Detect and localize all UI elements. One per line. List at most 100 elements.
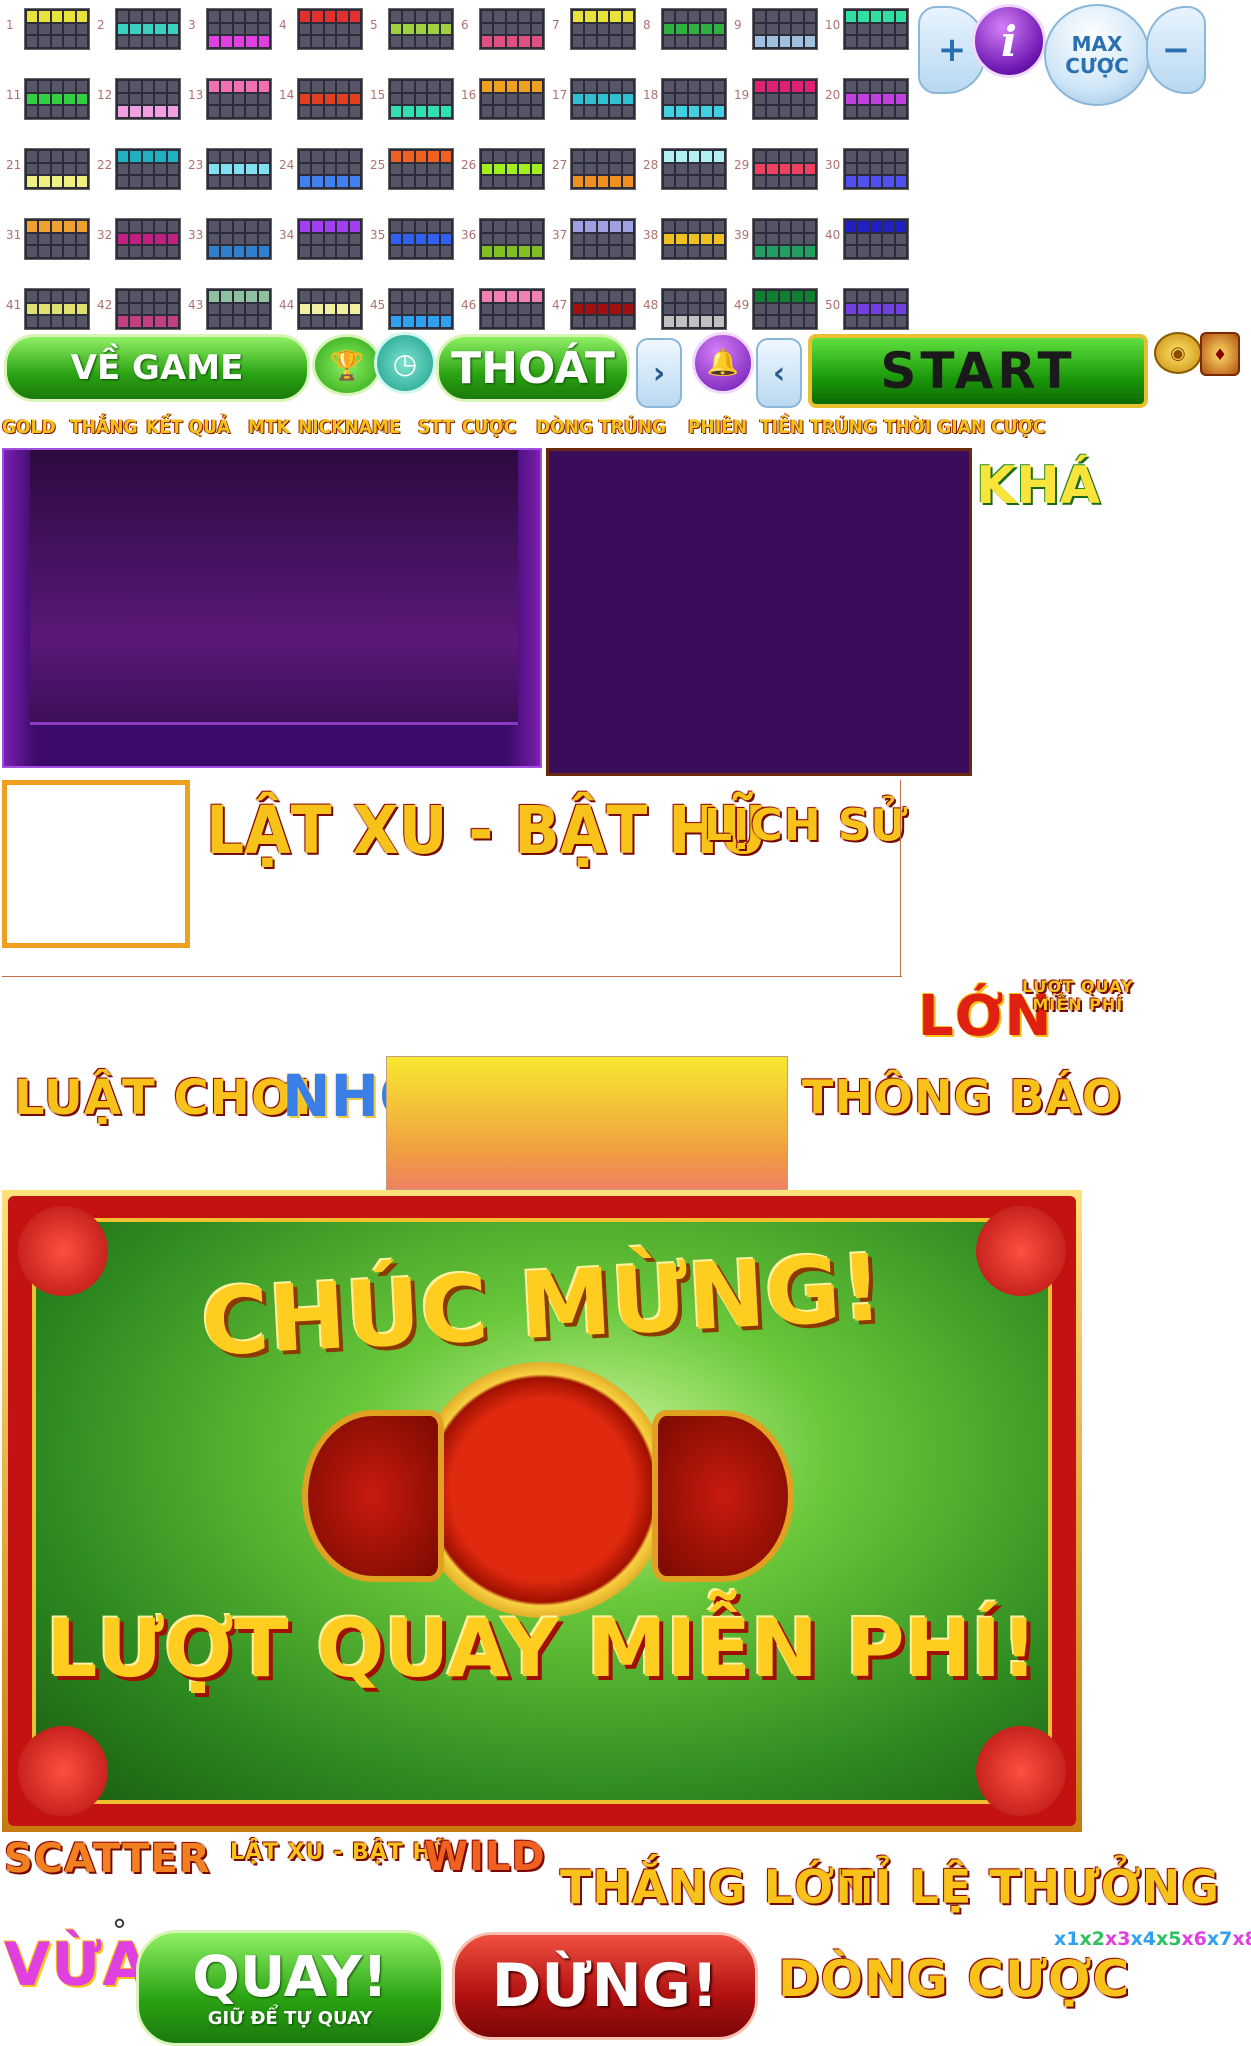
prev-arrow-button[interactable]: ‹	[756, 338, 802, 408]
lines-bet-label: DÒNG CƯỢC	[778, 1950, 1131, 2008]
payline-thumbnail: 19	[728, 74, 818, 144]
small-title-label: LẬT XU - BẬT HŨ	[230, 1840, 451, 1865]
payline-thumbnail: 8	[637, 4, 727, 74]
stop-button[interactable]: DỪNG!	[452, 1932, 758, 2040]
payline-thumbnail: 17	[546, 74, 636, 144]
payline-thumbnail: 32	[91, 214, 181, 284]
payline-thumbnail: 26	[455, 144, 545, 214]
payline-thumbnail: 37	[546, 214, 636, 284]
corner-ornament-bl	[18, 1726, 108, 1816]
spin-button[interactable]: QUAY! GIỮ ĐỂ TỰ QUAY	[136, 1930, 444, 2046]
payline-pattern	[206, 8, 272, 50]
payline-thumbnail: 34	[273, 214, 363, 284]
bell-button[interactable]: 🔔	[692, 332, 754, 394]
multiplier-label: x2	[1079, 1928, 1105, 1950]
purple-plain-panel	[546, 448, 972, 776]
payline-pattern	[479, 288, 545, 330]
start-button[interactable]: START	[808, 334, 1148, 408]
gradient-notice-box	[386, 1056, 788, 1190]
payline-number: 12	[97, 88, 113, 102]
congrats-banner: CHÚC MỪNG! LƯỢT QUAY MIỄN PHÍ!	[2, 1190, 1082, 1832]
max-bet-button[interactable]: MAX CƯỢC	[1044, 4, 1150, 106]
header-label: NICKNAME	[298, 416, 401, 438]
payline-pattern	[479, 78, 545, 120]
jackpot-icon: ♦	[1200, 332, 1240, 376]
payline-number: 41	[6, 298, 22, 312]
medallion-wing-right	[652, 1410, 794, 1582]
multiplier-label: x4	[1130, 1928, 1156, 1950]
payline-number: 35	[370, 228, 386, 242]
payline-pattern	[388, 78, 454, 120]
payline-pattern	[752, 78, 818, 120]
payline-number: 5	[370, 18, 378, 32]
notice-label: THÔNG BÁO	[802, 1070, 1123, 1124]
big-win-label: THẮNG LỚN	[560, 1860, 875, 1914]
payline-thumbnail: 23	[182, 144, 272, 214]
payline-thumbnail: 28	[637, 144, 727, 214]
free-spins-title: LƯỢT QUAY MIỄN PHÍ!	[46, 1602, 1038, 1695]
payline-number: 42	[97, 298, 113, 312]
payline-thumbnail: 22	[91, 144, 181, 214]
back-to-game-button[interactable]: VỀ GAME	[4, 334, 310, 402]
payline-pattern	[752, 218, 818, 260]
payline-thumbnail: 3	[182, 4, 272, 74]
payline-thumbnail: 10	[819, 4, 909, 74]
history-label: LỊCH SỬ	[704, 800, 909, 851]
payline-pattern	[115, 78, 181, 120]
payline-thumbnail: 29	[728, 144, 818, 214]
payline-number: 24	[279, 158, 295, 172]
payline-number: 44	[279, 298, 295, 312]
payline-pattern	[206, 288, 272, 330]
payline-pattern	[843, 78, 909, 120]
payline-thumbnail: 30	[819, 144, 909, 214]
payline-pattern	[570, 288, 636, 330]
kha-label: KHÁ	[976, 456, 1101, 516]
next-arrow-button[interactable]: ›	[636, 338, 682, 408]
payline-thumbnail: 15	[364, 74, 454, 144]
payline-thumbnail: 16	[455, 74, 545, 144]
payline-number: 49	[734, 298, 750, 312]
multiplier-label: x3	[1104, 1928, 1131, 1950]
header-label: THỜI GIAN CƯỢC	[884, 416, 1046, 438]
payline-number: 2	[97, 18, 105, 32]
payline-pattern	[570, 78, 636, 120]
corner-ornament-br	[976, 1726, 1066, 1816]
info-button[interactable]: i	[972, 4, 1046, 78]
spin-label: QUAY!	[192, 1944, 388, 2010]
payline-number: 8	[643, 18, 651, 32]
chevron-left-icon: ‹	[772, 355, 786, 391]
info-icon: i	[1001, 16, 1017, 66]
payline-number: 34	[279, 228, 295, 242]
payline-number: 9	[734, 18, 742, 32]
trophy-button[interactable]: 🏆	[312, 334, 382, 396]
payline-number: 4	[279, 18, 287, 32]
payline-number: 31	[6, 228, 22, 242]
payline-pattern	[388, 8, 454, 50]
payline-number: 46	[461, 298, 477, 312]
payline-number: 40	[825, 228, 841, 242]
payline-pattern	[115, 8, 181, 50]
payline-thumbnail: 12	[91, 74, 181, 144]
payline-pattern	[661, 218, 727, 260]
payline-thumbnail: 36	[455, 214, 545, 284]
exit-button[interactable]: THOÁT	[436, 334, 630, 402]
payline-number: 23	[188, 158, 204, 172]
minus-button[interactable]: −	[1146, 6, 1206, 94]
payline-pattern	[115, 148, 181, 190]
payline-thumbnail: 24	[273, 144, 363, 214]
clock-icon: ◷	[392, 346, 418, 380]
payline-pattern	[24, 218, 90, 260]
header-label: KẾT QUẢ	[146, 416, 231, 438]
bell-icon: 🔔	[706, 348, 740, 378]
payline-pattern	[570, 148, 636, 190]
clock-button[interactable]: ◷	[374, 332, 436, 394]
payline-number: 25	[370, 158, 386, 172]
minus-icon: −	[1161, 30, 1191, 70]
payline-thumbnail: 40	[819, 214, 909, 284]
payline-number: 20	[825, 88, 841, 102]
payline-number: 30	[825, 158, 841, 172]
payline-pattern	[24, 148, 90, 190]
payline-thumbnail: 21	[0, 144, 90, 214]
payline-pattern	[752, 148, 818, 190]
spin-sub-label: GIỮ ĐỂ TỰ QUAY	[207, 2007, 373, 2029]
